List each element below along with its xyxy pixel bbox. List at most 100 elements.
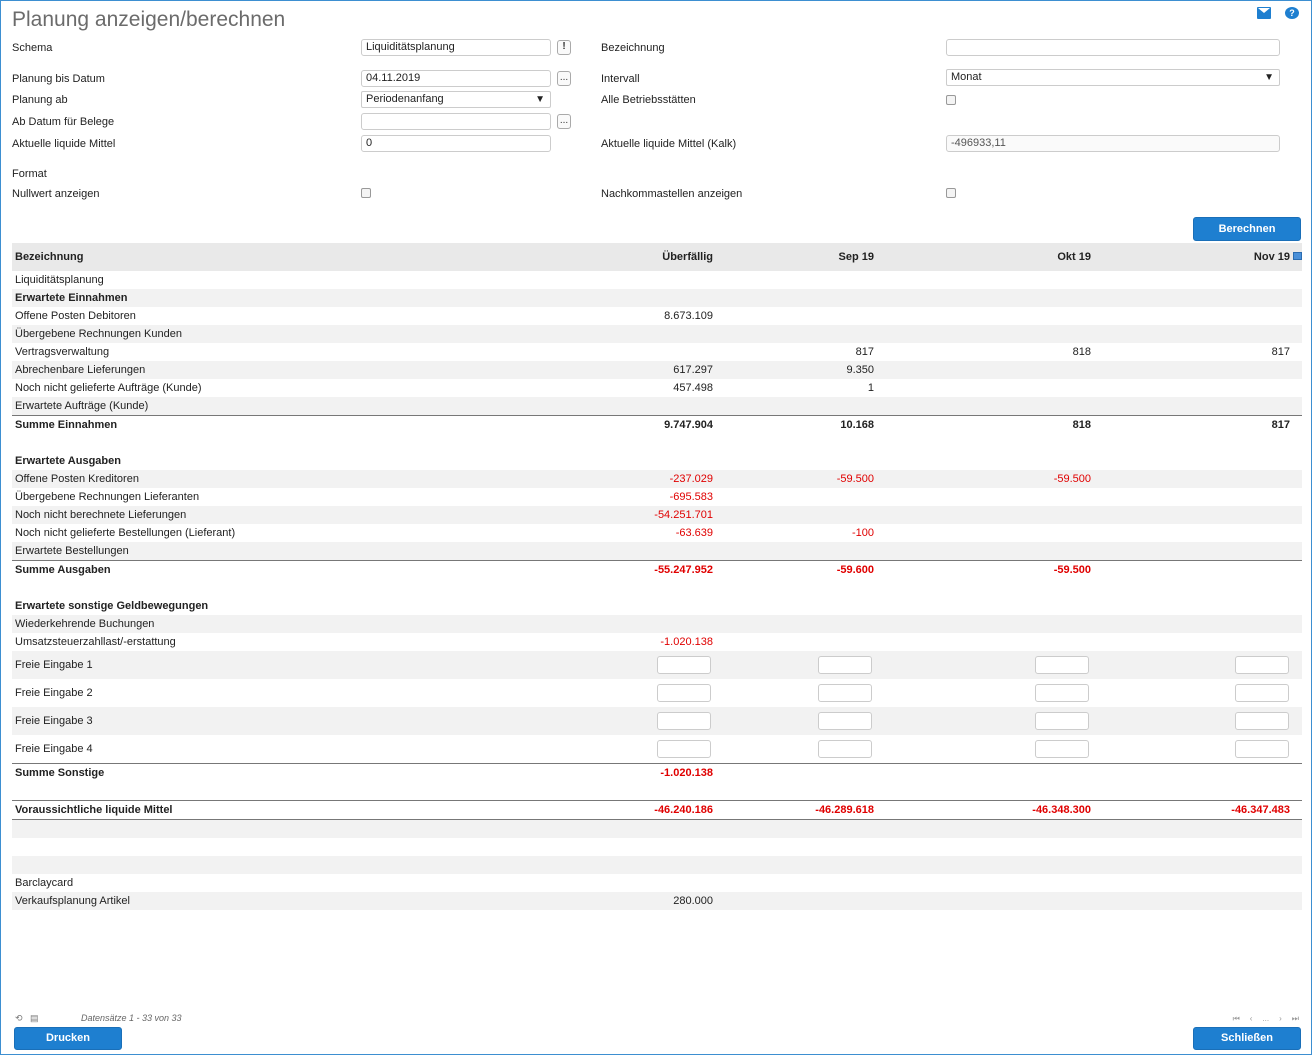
- row-label: Liquiditätsplanung: [15, 274, 104, 286]
- berechnen-button[interactable]: Berechnen: [1193, 217, 1301, 241]
- header-sep[interactable]: Sep 19: [839, 243, 874, 271]
- row-label: Freie Eingabe 3: [15, 715, 93, 727]
- table-row: Offene Posten Kreditoren -237.029 -59.500 -…: [12, 470, 1302, 488]
- row-label: Offene Posten Debitoren: [15, 310, 136, 322]
- records-count: Datensätze 1 - 33 von 33: [81, 1013, 182, 1023]
- table-row: [12, 782, 1302, 800]
- free-input-cell[interactable]: [1035, 684, 1089, 702]
- schema-label: Schema: [12, 42, 53, 54]
- akt-liquide-kalk-input: -496933,11: [946, 135, 1280, 152]
- value-cell: -1.020.138: [660, 767, 713, 779]
- mail-icon[interactable]: [1257, 7, 1271, 19]
- last-page-icon[interactable]: ⏭: [1292, 1014, 1299, 1024]
- value-cell: -46.348.300: [1032, 804, 1091, 816]
- first-page-icon[interactable]: ⏮: [1233, 1014, 1240, 1024]
- header-ueberfaellig[interactable]: Überfällig: [662, 243, 713, 271]
- free-input-cell[interactable]: [1035, 740, 1089, 758]
- free-input-cell[interactable]: [1035, 712, 1089, 730]
- schema-input[interactable]: Liquiditätsplanung: [361, 39, 551, 56]
- free-input-cell[interactable]: [657, 684, 711, 702]
- value-cell: 9.747.904: [664, 419, 713, 431]
- row-label: Übergebene Rechnungen Lieferanten: [15, 491, 200, 503]
- table-row: Übergebene Rechnungen Lieferanten -695.58…: [12, 488, 1302, 506]
- alle-betriebsstaetten-checkbox[interactable]: [946, 95, 956, 105]
- free-input-cell[interactable]: [1235, 740, 1289, 758]
- schliessen-button[interactable]: Schließen: [1193, 1027, 1301, 1050]
- row-label: Vertragsverwaltung: [15, 346, 110, 358]
- value-cell: -46.240.186: [654, 804, 713, 816]
- planung-bis-date-picker-button[interactable]: ...: [557, 71, 571, 86]
- akt-liquide-label: Aktuelle liquide Mittel: [12, 138, 116, 150]
- value-cell: -237.029: [669, 473, 713, 485]
- free-input-cell[interactable]: [818, 712, 872, 730]
- ab-datum-label: Ab Datum für Belege: [12, 116, 115, 128]
- format-label: Format: [12, 168, 47, 180]
- row-label: Noch nicht gelieferte Aufträge (Kunde): [15, 382, 202, 394]
- table-row: Übergebene Rechnungen Kunden: [12, 325, 1302, 343]
- print-icon[interactable]: ▤: [30, 1014, 39, 1023]
- dropdown-arrow-icon: ▼: [1264, 72, 1274, 83]
- free-input-cell[interactable]: [1235, 656, 1289, 674]
- page-dots: ...: [1262, 1014, 1270, 1023]
- header-nov[interactable]: Nov 19: [1254, 243, 1290, 271]
- free-input-cell[interactable]: [657, 740, 711, 758]
- next-page-icon[interactable]: ›: [1279, 1014, 1282, 1024]
- drucken-button[interactable]: Drucken: [14, 1027, 122, 1050]
- row-label: Erwartete Ausgaben: [15, 455, 121, 467]
- row-label: Summe Sonstige: [15, 767, 105, 779]
- table-row: Liquiditätsplanung: [12, 271, 1302, 289]
- value-cell: 818: [1072, 346, 1091, 358]
- value-cell: 817: [1271, 346, 1290, 358]
- ab-datum-picker-button[interactable]: ...: [557, 114, 571, 129]
- value-cell: -46.347.483: [1231, 804, 1290, 816]
- value-cell: 818: [1072, 419, 1091, 431]
- planung-ab-select[interactable]: Periodenanfang ▼: [361, 91, 551, 108]
- free-input-cell[interactable]: [1235, 712, 1289, 730]
- free-input-cell[interactable]: [818, 656, 872, 674]
- top-icons: ?: [1257, 7, 1299, 19]
- header-bezeichnung[interactable]: Bezeichnung: [15, 243, 83, 271]
- intervall-label: Intervall: [601, 73, 640, 85]
- planung-ab-label: Planung ab: [12, 94, 68, 106]
- ab-datum-input[interactable]: [361, 113, 551, 130]
- free-input-cell[interactable]: [1235, 684, 1289, 702]
- row-label: Umsatzsteuerzahllast/-erstattung: [15, 636, 176, 648]
- table-row: Freie Eingabe 4: [12, 735, 1302, 763]
- free-input-cell[interactable]: [818, 740, 872, 758]
- planung-bis-date-input[interactable]: 04.11.2019: [361, 70, 551, 87]
- bezeichnung-input[interactable]: [946, 39, 1280, 56]
- export-icon[interactable]: [1293, 252, 1302, 260]
- value-cell: 9.350: [846, 364, 874, 376]
- nullwert-label: Nullwert anzeigen: [12, 188, 100, 200]
- table-row: Noch nicht gelieferte Aufträge (Kunde) 45…: [12, 379, 1302, 397]
- nullwert-checkbox[interactable]: [361, 188, 371, 198]
- row-label: Abrechenbare Lieferungen: [15, 364, 146, 376]
- value-cell: -1.020.138: [660, 636, 713, 648]
- table-row: Freie Eingabe 3: [12, 707, 1302, 735]
- prev-page-icon[interactable]: ‹: [1250, 1014, 1253, 1024]
- planning-table: Bezeichnung Überfällig Sep 19 Okt 19 Nov…: [12, 243, 1302, 910]
- table-row: Erwartete Ausgaben: [12, 452, 1302, 470]
- value-cell: 280.000: [673, 895, 713, 907]
- table-row: Freie Eingabe 1: [12, 651, 1302, 679]
- nachkomma-checkbox[interactable]: [946, 188, 956, 198]
- value-cell: 1: [867, 382, 874, 394]
- free-input-cell[interactable]: [1035, 656, 1089, 674]
- value-cell: -55.247.952: [654, 564, 713, 576]
- table-row: [12, 579, 1302, 597]
- table-row: Noch nicht berechnete Lieferungen -54.251…: [12, 506, 1302, 524]
- intervall-select[interactable]: Monat ▼: [946, 69, 1280, 86]
- free-input-cell[interactable]: [818, 684, 872, 702]
- help-icon[interactable]: ?: [1285, 7, 1299, 19]
- pager: ⏮ ‹ ... › ⏭: [1233, 1014, 1299, 1024]
- akt-liquide-input[interactable]: 0: [361, 135, 551, 152]
- free-input-cell[interactable]: [657, 712, 711, 730]
- row-label: Summe Einnahmen: [15, 419, 118, 431]
- value-cell: 457.498: [673, 382, 713, 394]
- value-cell: -59.600: [836, 564, 874, 576]
- schema-info-button[interactable]: !: [557, 40, 571, 55]
- free-input-cell[interactable]: [657, 656, 711, 674]
- refresh-icon[interactable]: ⟲: [15, 1014, 24, 1023]
- header-okt[interactable]: Okt 19: [1057, 243, 1091, 271]
- table-row: [12, 856, 1302, 874]
